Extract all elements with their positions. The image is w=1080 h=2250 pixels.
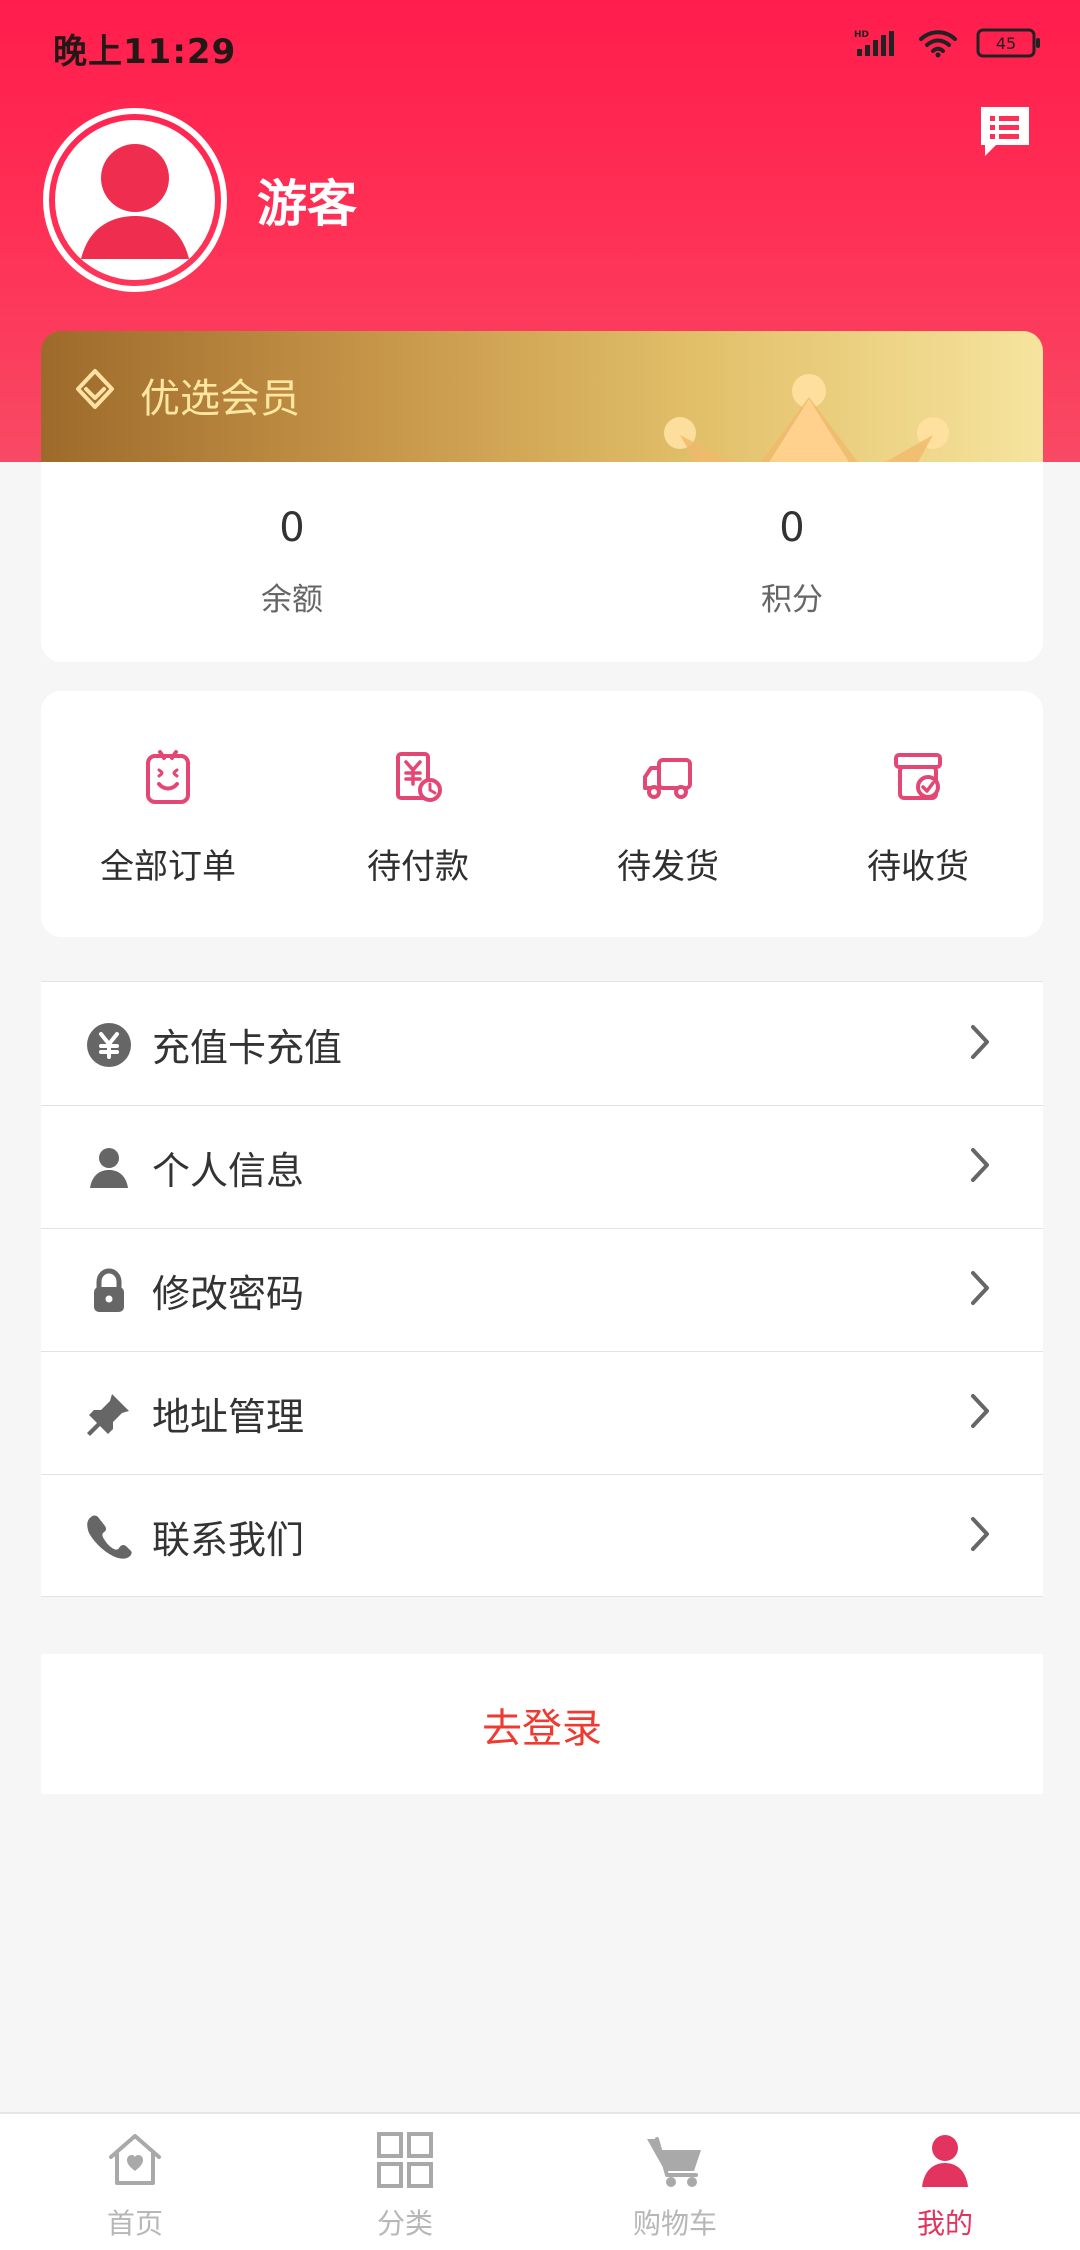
menu-list: 充值卡充值 个人信息 修改密码 地址管理 联系我们 [41,981,1043,1597]
orders-card: 全部订单 待付款 待发货 待收货 [41,691,1043,937]
person-icon [90,1148,128,1188]
menu-label-contact: 联系我们 [152,1518,305,1562]
balance-value: 0 [279,505,305,551]
order-pending-shipment-label: 待发货 [617,847,719,887]
menu-item-profile[interactable]: 个人信息 [41,1105,1043,1229]
avatar-image [55,120,215,280]
order-pending-payment-label: 待付款 [367,847,469,887]
tab-category-label: 分类 [376,2207,433,2240]
chevron-right-icon [971,1025,989,1059]
battery-level: 45 [996,34,1016,53]
grid-icon [377,2132,433,2188]
chevron-right-icon [971,1271,989,1305]
yen-coin-icon [87,1023,131,1067]
tab-category[interactable]: 分类 [335,2128,475,2242]
chevron-right-icon [971,1148,989,1182]
package-check-icon [894,753,942,800]
balance-label: 余额 [261,582,323,618]
username: 游客 [257,175,357,233]
menu-label-address: 地址管理 [152,1395,305,1439]
tab-cart[interactable]: 购物车 [605,2128,745,2242]
home-heart-icon [109,2134,161,2185]
menu-item-password[interactable]: 修改密码 [41,1228,1043,1352]
balance-card: 0 余额 0 积分 [41,462,1043,662]
menu-label-password: 修改密码 [152,1272,305,1316]
bottom-tab-bar: 首页 分类 购物车 我的 [0,2112,1080,2250]
tab-home[interactable]: 首页 [65,2128,205,2242]
phone-icon [87,1515,132,1559]
payment-bill-icon [396,752,442,802]
cart-icon [647,2137,701,2187]
tab-cart-label: 购物车 [632,2207,717,2240]
tab-home-label: 首页 [106,2207,163,2240]
network-badge: HD [854,30,869,40]
pin-icon [87,1394,129,1436]
menu-item-contact[interactable]: 联系我们 [41,1474,1043,1597]
order-pending-receipt-label: 待收货 [867,847,969,887]
menu-label-recharge: 充值卡充值 [152,1026,343,1070]
menu-item-recharge[interactable]: 充值卡充值 [41,982,1043,1106]
order-pending-payment[interactable]: 待付款 [308,748,528,898]
points-value: 0 [779,505,805,551]
crown-icon [664,374,949,463]
order-all-label: 全部订单 [100,847,236,887]
clipboard-icon [146,750,190,804]
truck-icon [643,758,692,799]
profile-icon [922,2135,968,2187]
status-bar: 晚上11:29 HD 45 [0,0,1080,96]
menu-label-profile: 个人信息 [152,1149,305,1193]
signal-icon: HD [854,30,894,56]
tab-profile-label: 我的 [916,2207,973,2240]
status-icons: HD 45 [854,28,1042,58]
message-icon [981,107,1029,156]
points-label: 积分 [761,582,823,618]
login-button-label: 去登录 [482,1706,602,1752]
lock-icon [94,1268,124,1312]
tab-profile[interactable]: 我的 [875,2128,1015,2242]
wifi-icon [919,30,957,58]
status-time: 晚上11:29 [53,32,237,72]
order-pending-shipment[interactable]: 待发货 [558,748,778,898]
vip-card[interactable]: 优选会员 [41,331,1043,463]
vip-label: 优选会员 [140,376,300,422]
avatar[interactable] [43,108,227,292]
person-avatar-icon [81,144,189,259]
diamond-icon [76,369,114,409]
chevron-right-icon [971,1394,989,1428]
menu-item-address[interactable]: 地址管理 [41,1351,1043,1475]
points-item[interactable]: 0 积分 [647,508,937,619]
message-button[interactable] [978,104,1032,160]
battery-icon: 45 [976,28,1040,58]
order-pending-receipt[interactable]: 待收货 [808,748,1028,898]
login-button[interactable]: 去登录 [41,1654,1043,1794]
chevron-right-icon [971,1517,989,1551]
order-all[interactable]: 全部订单 [58,748,278,898]
balance-item[interactable]: 0 余额 [147,508,437,619]
